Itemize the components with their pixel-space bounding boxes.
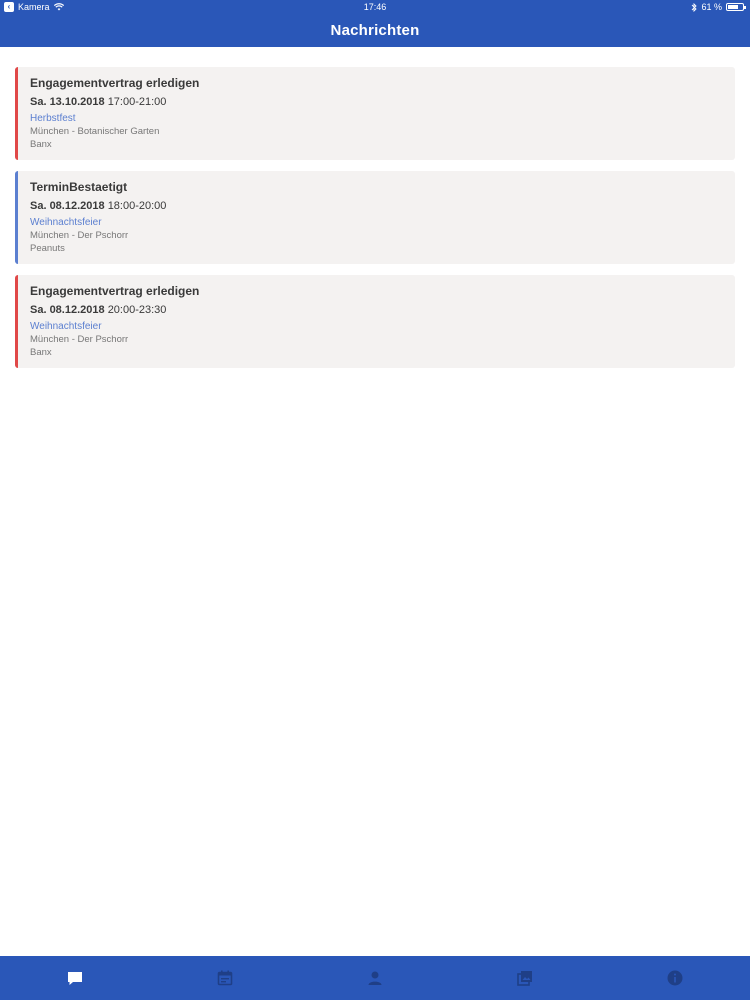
message-title: TerminBestaetigt: [30, 180, 128, 194]
message-date: Sa. 13.10.2018: [30, 96, 105, 108]
battery-icon: [726, 3, 746, 11]
message-act: Peanuts: [30, 243, 65, 254]
message-title: Engagementvertrag erledigen: [30, 284, 200, 298]
status-right: 61 %: [691, 2, 746, 12]
message-card[interactable]: TerminBestaetigt Sa. 08.12.2018 18:00-20…: [15, 171, 735, 264]
message-list: Engagementvertrag erledigen Sa. 13.10.20…: [15, 67, 735, 379]
tab-profile[interactable]: [300, 956, 450, 1000]
message-card[interactable]: Engagementvertrag erledigen Sa. 13.10.20…: [15, 67, 735, 160]
page-title: Nachrichten: [330, 22, 420, 39]
message-event: Weihnachtsfeier: [30, 321, 102, 332]
message-act: Banx: [30, 139, 52, 150]
message-location: München - Der Pschorr: [30, 334, 129, 345]
tab-calendar[interactable]: [150, 956, 300, 1000]
status-bar: ‹ Kamera 17:46 61 %: [0, 0, 750, 14]
message-time: 17:00-21:00: [107, 96, 167, 108]
battery-fill: [728, 5, 738, 9]
message-card[interactable]: Engagementvertrag erledigen Sa. 08.12.20…: [15, 275, 735, 368]
bluetooth-icon: [692, 2, 698, 12]
tab-messages[interactable]: [0, 956, 150, 1000]
message-event: Herbstfest: [30, 113, 76, 124]
person-icon: [368, 971, 382, 985]
tab-bar: [0, 956, 750, 1000]
tab-info[interactable]: [600, 956, 750, 1000]
message-act: Banx: [30, 347, 52, 358]
message-location: München - Botanischer Garten: [30, 126, 160, 137]
message-date: Sa. 08.12.2018: [30, 200, 105, 212]
message-datetime: Sa. 13.10.2018 17:00-21:00: [30, 96, 735, 108]
message-time: 20:00-23:30: [107, 304, 167, 316]
message-location: München - Der Pschorr: [30, 230, 129, 241]
status-time: 17:46: [363, 2, 387, 12]
top-bar: ‹ Kamera 17:46 61 % Nachrichten: [0, 0, 750, 47]
tab-gallery[interactable]: [450, 956, 600, 1000]
message-datetime: Sa. 08.12.2018 18:00-20:00: [30, 200, 735, 212]
message-date: Sa. 08.12.2018: [30, 304, 105, 316]
message-icon: [68, 972, 82, 985]
message-time: 18:00-20:00: [107, 200, 167, 212]
battery-percent: 61 %: [701, 2, 722, 12]
calendar-icon: [217, 970, 233, 986]
gallery-icon: [517, 971, 532, 986]
message-datetime: Sa. 08.12.2018 20:00-23:30: [30, 304, 735, 316]
info-icon: [667, 970, 683, 986]
message-event: Weihnachtsfeier: [30, 217, 102, 228]
message-title: Engagementvertrag erledigen: [30, 76, 200, 90]
